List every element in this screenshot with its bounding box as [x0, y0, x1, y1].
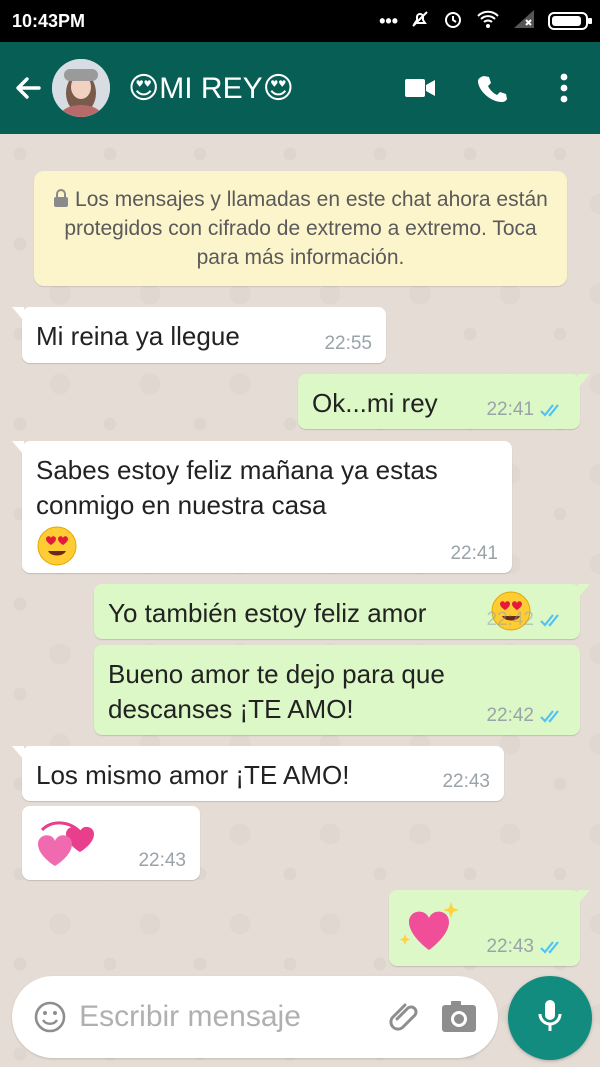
message-meta: 22:43 [138, 850, 186, 872]
message-meta: 22:43 [442, 771, 490, 793]
signal-icon [512, 9, 536, 33]
camera-icon[interactable] [433, 976, 486, 1058]
message-input[interactable] [79, 987, 380, 1047]
read-tick-icon [540, 614, 559, 627]
status-time: 10:43PM [12, 10, 86, 31]
video-call-icon[interactable] [384, 42, 456, 134]
message-time: 22:41 [450, 543, 498, 564]
message-time: 22:43 [486, 936, 534, 957]
message-outgoing[interactable]: Bueno amor te dejo para que descanses ¡T… [94, 645, 580, 735]
phone-icon[interactable] [456, 42, 528, 134]
contact-name[interactable]: 😍MI REY😍 [128, 71, 294, 106]
avatar[interactable] [52, 59, 110, 117]
bubble-tail [12, 441, 24, 455]
lock-icon [53, 188, 75, 211]
message-incoming[interactable]: Los mismo amor ¡TE AMO! 22:43 [12, 746, 504, 801]
message-outgoing[interactable]: Yo también estoy feliz amor 22:42 [94, 584, 590, 639]
message-meta: 22:43 [486, 936, 566, 958]
message-meta: 22:42 [486, 609, 566, 631]
chat-area[interactable]: Los mensajes y llamadas en este chat aho… [0, 134, 600, 1067]
revolving-hearts-emoji [36, 816, 94, 877]
message-composer [12, 976, 498, 1058]
back-arrow-icon[interactable] [6, 42, 50, 134]
message-outgoing[interactable]: Ok...mi rey 22:41 [298, 374, 590, 429]
bubble-tail [578, 374, 590, 388]
message-outgoing[interactable]: 22:43 [389, 890, 590, 966]
dots-icon: ••• [379, 10, 398, 31]
sparkling-heart-emoji [399, 898, 461, 963]
message-time: 22:42 [486, 609, 534, 630]
bubble-tail [12, 746, 24, 760]
battery-level [552, 16, 581, 26]
status-icons: ••• [379, 8, 592, 35]
message-text: Sabes estoy feliz mañana ya estas conmig… [36, 455, 438, 520]
message-time: 22:43 [442, 771, 490, 792]
chat-header: 😍MI REY😍 [0, 42, 600, 134]
read-tick-icon [540, 710, 559, 723]
message-meta: 22:41 [486, 399, 566, 421]
message-time: 22:55 [324, 333, 372, 354]
mic-icon [536, 998, 564, 1039]
attach-icon[interactable] [379, 976, 432, 1058]
message-meta: 22:41 [450, 543, 498, 565]
message-text: Los mismo amor ¡TE AMO! [36, 760, 350, 790]
bubble-tail [578, 890, 590, 904]
message-incoming[interactable]: 22:43 [22, 806, 200, 880]
alarm-icon [442, 8, 464, 35]
encryption-notice[interactable]: Los mensajes y llamadas en este chat aho… [34, 171, 567, 286]
message-incoming[interactable]: Mi reina ya llegue 22:55 [12, 307, 386, 363]
read-tick-icon [540, 404, 559, 417]
more-vert-icon[interactable] [528, 42, 600, 134]
mute-icon [410, 9, 430, 34]
message-meta: 22:42 [486, 705, 566, 727]
wifi-icon [476, 9, 500, 34]
read-tick-icon [540, 941, 559, 954]
message-time: 22:43 [138, 850, 186, 871]
emoji-icon[interactable] [20, 976, 79, 1058]
message-time: 22:41 [486, 399, 534, 420]
header-actions [384, 42, 600, 134]
message-meta: 22:55 [324, 333, 372, 355]
bubble-tail [12, 307, 24, 321]
encryption-notice-text: Los mensajes y llamadas en este chat aho… [64, 188, 548, 269]
message-time: 22:42 [486, 705, 534, 726]
battery-icon [548, 12, 592, 30]
status-bar: 10:43PM ••• [0, 0, 600, 42]
bubble-tail [578, 584, 590, 598]
heart-eyes-emoji [36, 525, 78, 574]
message-incoming[interactable]: Sabes estoy feliz mañana ya estas conmig… [12, 441, 512, 574]
mic-button[interactable] [508, 976, 592, 1060]
